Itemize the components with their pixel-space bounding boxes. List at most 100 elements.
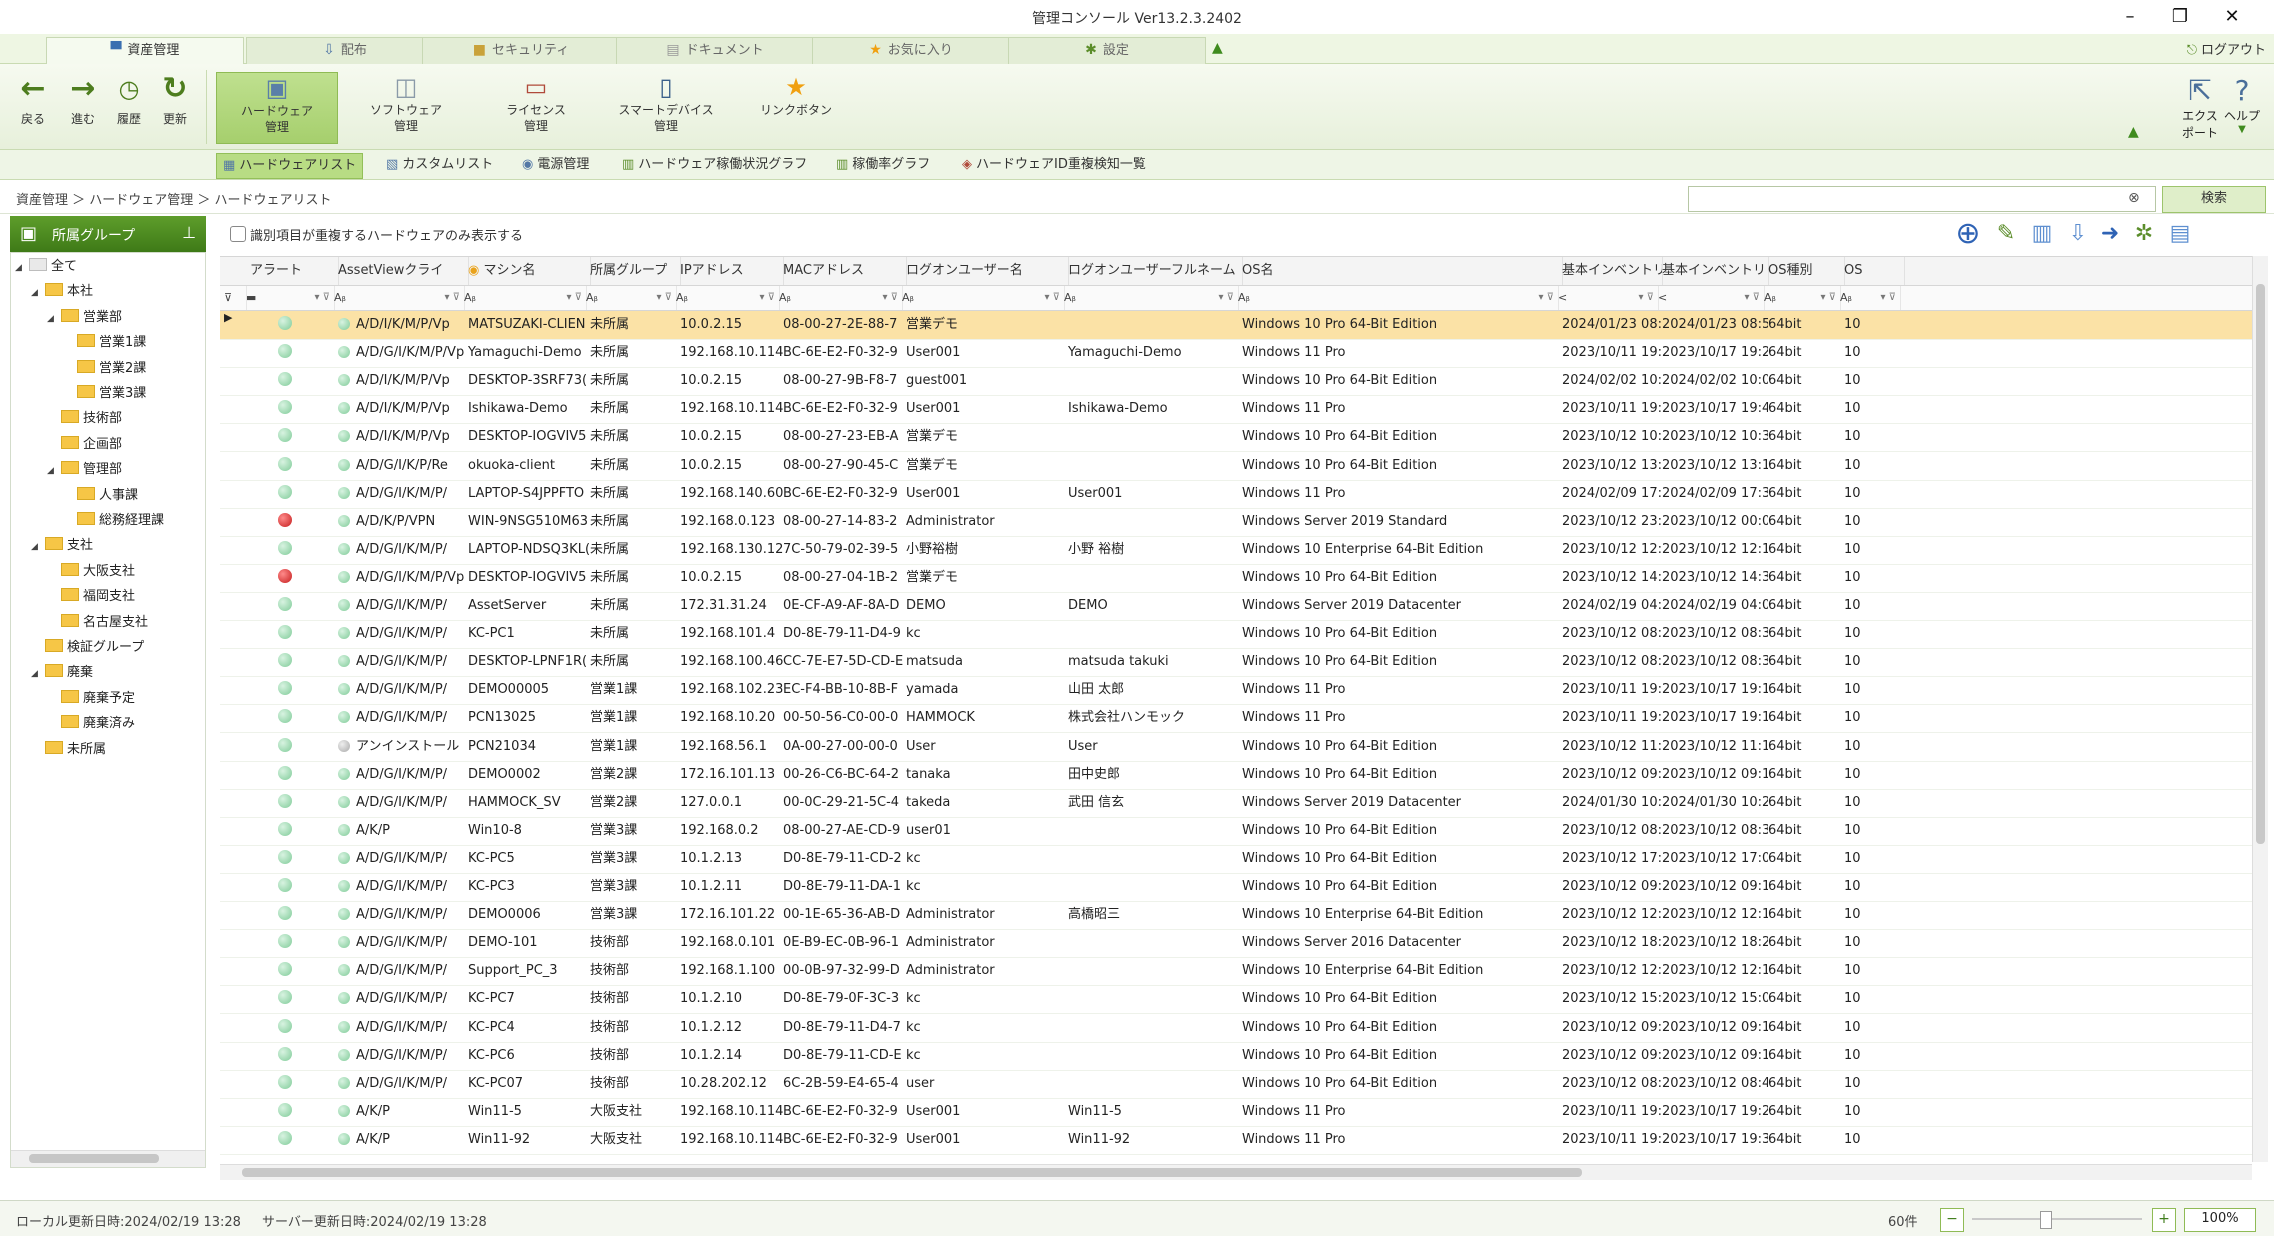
logout-button[interactable]: ⎋ ログアウト bbox=[2187, 39, 2266, 58]
ribbon-smartdevice-management[interactable]: ▯ スマートデバイス 管理 bbox=[606, 72, 726, 142]
tab-document[interactable]: ▤ ドキュメント bbox=[616, 37, 814, 64]
column-filter[interactable]: < ▾ ⊽ bbox=[1654, 286, 1765, 310]
filter-dropdown-icon[interactable]: ▾ ⊽ bbox=[314, 286, 330, 310]
tree-node[interactable]: 廃棄予定 bbox=[47, 687, 135, 711]
table-row[interactable]: A/D/I/K/M/P/Vp DESKTOP-IOGVIV5 未所属 10.0.2.1… bbox=[220, 423, 2252, 453]
column-filter[interactable]: Aᵦ ▾ ⊽ bbox=[582, 286, 677, 310]
back-button[interactable]: ← 戻る bbox=[10, 74, 56, 127]
tab-asset-management[interactable]: ▀ 資産管理 bbox=[46, 37, 244, 64]
tab-deploy[interactable]: ⇩ 配布 bbox=[246, 37, 444, 64]
tree-node[interactable]: 営業2課 bbox=[63, 357, 146, 381]
filter-dropdown-icon[interactable]: ▾ ⊽ bbox=[656, 286, 672, 310]
filter-dropdown-icon[interactable]: ▾ ⊽ bbox=[444, 286, 460, 310]
table-row[interactable]: A/D/G/I/K/M/P/LAPTOP-S4JPPFTO 未所属 192.168.… bbox=[220, 480, 2252, 509]
column-header[interactable]: OS種別 bbox=[1760, 257, 1845, 285]
expand-icon[interactable]: ◢ bbox=[31, 535, 45, 559]
restore-button[interactable]: ❐ bbox=[2160, 4, 2200, 30]
table-row[interactable]: A/D/G/I/K/M/P/LAPTOP-NDSQ3KL(未所属 192.168.… bbox=[220, 536, 2252, 565]
table-row[interactable]: A/D/I/K/M/P/Vp DESKTOP-3SRF73(未所属 10.0.2.1… bbox=[220, 367, 2252, 397]
table-row[interactable]: A/D/G/I/K/M/P/KC-PC4 技術部 10.1.2.12 D0-8E-79… bbox=[220, 1014, 2252, 1043]
edit-icon[interactable]: ✎ bbox=[1992, 220, 2020, 248]
tree-node[interactable]: 福岡支社 bbox=[47, 585, 135, 609]
table-row[interactable]: A/D/G/I/K/M/P/KC-PC5 営業3課 10.1.2.13 D0-8E-7… bbox=[220, 845, 2252, 874]
table-row[interactable]: A/D/G/I/K/M/P/KC-PC1 未所属 192.168.101.4 D0-8… bbox=[220, 620, 2252, 650]
column-filter[interactable]: Aᵦ ▾ ⊽ bbox=[672, 286, 780, 310]
table-row[interactable]: アンインストール PCN21034 営業1課 192.168.56.1 0A-00-27… bbox=[220, 733, 2252, 762]
table-row[interactable]: A/D/G/I/K/M/P/KC-PC3 営業3課 10.1.2.11 D0-8E-7… bbox=[220, 873, 2252, 902]
column-header[interactable]: 所属グループ bbox=[582, 257, 681, 285]
filter-dropdown-icon[interactable]: ▾ ⊽ bbox=[566, 286, 582, 310]
tree-node[interactable]: 技術部 bbox=[47, 407, 122, 431]
table-row[interactable]: A/D/G/I/K/M/P/Support_PC_3 技術部 192.168.1.1… bbox=[220, 957, 2252, 987]
tree-node[interactable]: 総務経理課 bbox=[63, 509, 164, 533]
tab-collapse-icon[interactable]: ▲ bbox=[1212, 40, 1223, 56]
table-row[interactable]: A/D/G/I/K/M/P/DESKTOP-LPNF1R(未所属 192.168.… bbox=[220, 648, 2252, 678]
tree-node[interactable]: ◢ 管理部 bbox=[47, 458, 122, 482]
column-header[interactable]: アラート bbox=[242, 257, 339, 285]
column-header[interactable]: ◉ マシン名 bbox=[460, 257, 591, 285]
help-button[interactable]: ? ヘルプ ▼ bbox=[2222, 74, 2262, 135]
subtab-utilization-graph[interactable]: ▥ 稼働率グラフ bbox=[830, 153, 936, 177]
settings-icon[interactable]: ✲ bbox=[2130, 220, 2158, 248]
column-filter[interactable]: Aᵦ ▾ ⊽ bbox=[898, 286, 1065, 310]
expand-icon[interactable]: ◢ bbox=[15, 256, 29, 280]
filter-dropdown-icon[interactable]: ▾ ⊽ bbox=[1538, 286, 1554, 310]
refresh-button[interactable]: ↻ 更新 bbox=[152, 74, 198, 127]
tree-node[interactable]: 人事課 bbox=[63, 484, 138, 508]
zoom-in-button[interactable]: + bbox=[2152, 1208, 2176, 1232]
table-row[interactable]: A/D/G/I/K/M/P/HAMMOCK_SV 営業2課 127.0.0.1 00-… bbox=[220, 789, 2252, 818]
column-filter[interactable]: Aᵦ ▾ ⊽ bbox=[1234, 286, 1559, 310]
tree-node[interactable]: 未所属 bbox=[31, 738, 106, 762]
table-row[interactable]: A/D/G/I/K/M/P/KC-PC6 技術部 10.1.2.14 D0-8E-79… bbox=[220, 1042, 2252, 1071]
table-row[interactable]: A/D/G/I/K/P/Re okuoka-client 未所属 10.0.2.15 0… bbox=[220, 452, 2252, 481]
subtab-custom-list[interactable]: ▧ カスタムリスト bbox=[380, 153, 499, 177]
filter-dropdown-icon[interactable]: ▾ ⊽ bbox=[1744, 286, 1760, 310]
table-row[interactable]: A/D/G/I/K/M/P/PCN13025 営業1課 192.168.10.20 0… bbox=[220, 704, 2252, 734]
filter-clear-icon[interactable]: ⊽ bbox=[220, 286, 247, 310]
expand-icon[interactable]: ◢ bbox=[47, 459, 61, 483]
tab-settings[interactable]: ✱ 設定 bbox=[1008, 37, 1206, 64]
column-header[interactable]: 基本インベントリ bbox=[1554, 257, 1663, 285]
tree-node[interactable]: 廃棄済み bbox=[47, 712, 135, 736]
pin-icon[interactable]: ⊥ bbox=[182, 223, 196, 242]
expand-icon[interactable]: ◢ bbox=[31, 281, 45, 305]
tree-horizontal-scrollbar[interactable] bbox=[11, 1150, 205, 1167]
table-row[interactable]: A/D/G/I/K/M/P/AssetServer 未所属 172.31.31.24… bbox=[220, 592, 2252, 621]
ribbon-hardware-management[interactable]: ▣ ハードウェア 管理 bbox=[216, 72, 338, 144]
table-row[interactable]: A/D/K/P/VPN WIN-9NSG510M63 未所属 192.168.0.12… bbox=[220, 508, 2252, 537]
tree-node[interactable]: ◢ 全て bbox=[15, 255, 77, 279]
column-settings-icon[interactable]: ▤ bbox=[2166, 220, 2194, 248]
column-header[interactable]: 基本インベントリ bbox=[1654, 257, 1769, 285]
column-header[interactable]: ログオンユーザー名 bbox=[898, 257, 1069, 285]
expand-icon[interactable]: ◢ bbox=[31, 662, 45, 686]
tree-node[interactable]: 営業3課 bbox=[63, 382, 146, 406]
tree-node[interactable]: ◢ 営業部 bbox=[47, 306, 122, 330]
column-header[interactable]: OS bbox=[1836, 257, 1905, 285]
filter-dropdown-icon[interactable]: ▾ ⊽ bbox=[759, 286, 775, 310]
tree-node[interactable]: 営業1課 bbox=[63, 331, 146, 355]
tree-node[interactable]: 大阪支社 bbox=[47, 560, 135, 584]
minimize-button[interactable]: – bbox=[2110, 4, 2150, 30]
column-filter[interactable]: Aᵦ ▾ ⊽ bbox=[1836, 286, 1901, 310]
table-row[interactable]: A/K/P Win11-92 大阪支社 192.168.10.114 BC-6E-E2-… bbox=[220, 1126, 2252, 1155]
table-row[interactable]: A/D/G/I/K/M/P/KC-PC07 技術部 10.28.202.12 6C-2… bbox=[220, 1070, 2252, 1099]
table-row[interactable]: A/D/G/I/K/M/P/KC-PC7 技術部 10.1.2.10 D0-8E-79… bbox=[220, 985, 2252, 1015]
filter-dropdown-icon[interactable]: ▾ ⊽ bbox=[1218, 286, 1234, 310]
forward-button[interactable]: → 進む bbox=[60, 74, 106, 127]
ribbon-license-management[interactable]: ▭ ライセンス 管理 bbox=[476, 72, 596, 142]
search-button[interactable]: 検索 bbox=[2162, 186, 2266, 213]
import-icon[interactable]: ⇩ bbox=[2064, 220, 2092, 248]
column-filter[interactable]: Aᵦ ▾ ⊽ bbox=[460, 286, 587, 310]
zoom-out-button[interactable]: − bbox=[1940, 1208, 1964, 1232]
scroll-thumb[interactable] bbox=[2256, 284, 2265, 844]
table-row[interactable]: A/D/G/I/K/M/P/DEMO0002 営業2課 172.16.101.13 0… bbox=[220, 761, 2252, 790]
delete-icon[interactable]: ▥ bbox=[2028, 220, 2056, 248]
subtab-hardware-list[interactable]: ▦ ハードウェアリスト bbox=[216, 153, 364, 179]
column-filter[interactable]: Aᵦ ▾ ⊽ bbox=[1060, 286, 1239, 310]
table-row[interactable]: ▶ A/D/I/K/M/P/Vp MATSUZAKI-CLIEN 未所属 10.0.2.… bbox=[220, 311, 2252, 340]
tree-node[interactable]: ◢ 支社 bbox=[31, 534, 93, 558]
table-row[interactable]: A/D/G/I/K/M/P/DEMO00005 営業1課 192.168.102.2… bbox=[220, 676, 2252, 706]
close-button[interactable]: ✕ bbox=[2212, 4, 2252, 30]
grid-vertical-scrollbar[interactable] bbox=[2252, 256, 2268, 1162]
table-row[interactable]: A/D/G/I/K/M/P/DEMO-101 技術部 192.168.0.101 0E… bbox=[220, 929, 2252, 959]
